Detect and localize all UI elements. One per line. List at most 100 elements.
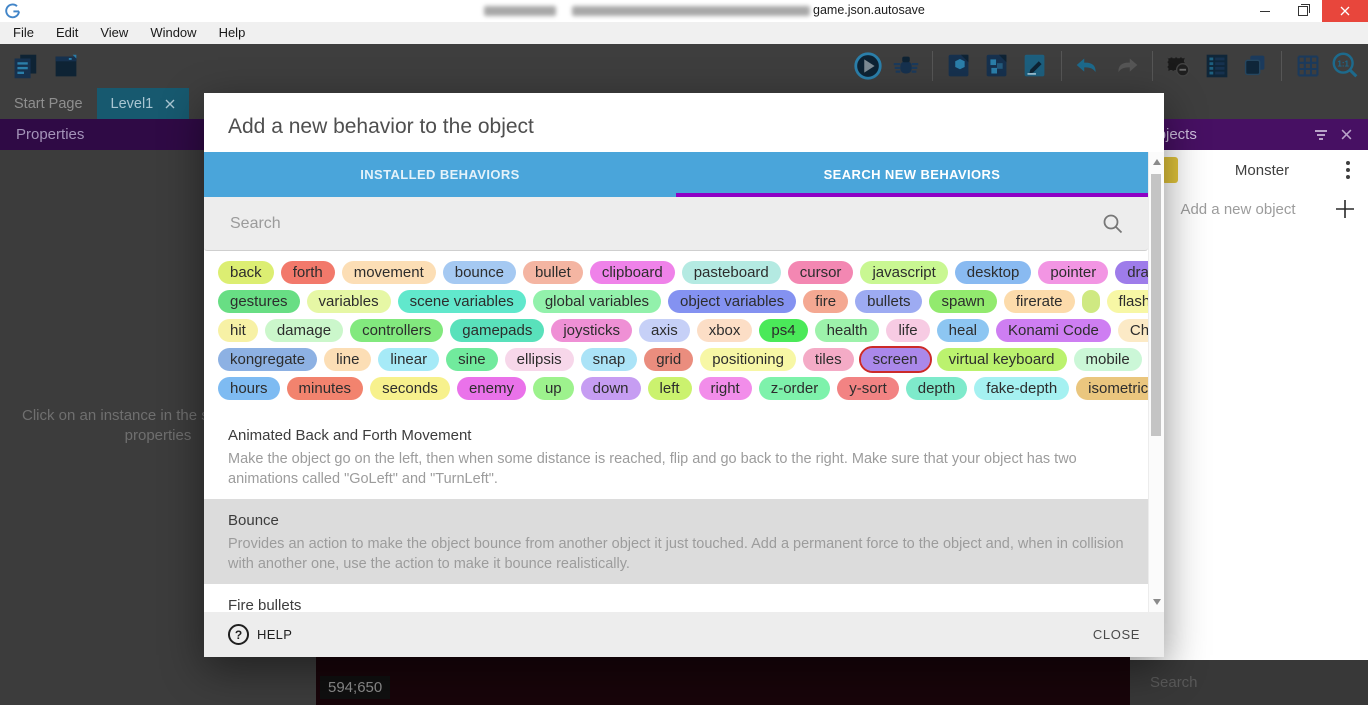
tag-chip-linear[interactable]: linear (378, 348, 439, 371)
tag-chip-up[interactable]: up (533, 377, 574, 400)
debug-icon[interactable] (890, 50, 922, 82)
tag-chip-hit[interactable]: hit (218, 319, 258, 342)
tag-chip-cursor[interactable]: cursor (788, 261, 854, 284)
scroll-up-icon[interactable] (1153, 159, 1161, 165)
tag-chip-konami-code[interactable]: Konami Code (996, 319, 1111, 342)
objects-search-input[interactable] (1148, 673, 1351, 692)
tag-chip-grid[interactable]: grid (644, 348, 693, 371)
tag-chip-variables[interactable]: variables (307, 290, 391, 313)
tag-chip-pasteboard[interactable]: pasteboard (682, 261, 781, 284)
tab-search-new-behaviors[interactable]: SEARCH NEW BEHAVIORS (676, 152, 1148, 197)
behavior-item-fire-bullets[interactable]: Fire bulletsAllow the object to fire bul… (204, 584, 1148, 612)
tag-chip-hours[interactable]: hours (218, 377, 280, 400)
tag-chip-controllers[interactable]: controllers (350, 319, 443, 342)
tag-chip-down[interactable]: down (581, 377, 641, 400)
instances-list-icon[interactable] (1201, 50, 1233, 82)
behavior-item-bounce[interactable]: BounceProvides an action to make the obj… (204, 499, 1148, 584)
tag-chip-forth[interactable]: forth (281, 261, 335, 284)
behavior-item-animated-back-and-forth-movement[interactable]: Animated Back and Forth MovementMake the… (204, 414, 1148, 499)
instances-editor-icon[interactable] (981, 50, 1013, 82)
tag-chip-blank[interactable] (1082, 290, 1100, 313)
scroll-down-icon[interactable] (1153, 599, 1161, 605)
grid-icon[interactable] (1292, 50, 1324, 82)
tab-installed-behaviors[interactable]: INSTALLED BEHAVIORS (204, 152, 676, 197)
tag-chip-spawn[interactable]: spawn (929, 290, 996, 313)
events-editor-icon[interactable] (1019, 50, 1051, 82)
help-button[interactable]: ? HELP (228, 624, 292, 645)
tag-chip-clipboard[interactable]: clipboard (590, 261, 675, 284)
tag-chip-sine[interactable]: sine (446, 348, 498, 371)
object-menu-icon[interactable] (1346, 161, 1350, 179)
tag-chip-fire[interactable]: fire (803, 290, 848, 313)
start-page-icon[interactable] (50, 50, 82, 82)
close-tab-icon[interactable] (165, 99, 175, 109)
project-manager-icon[interactable] (8, 50, 40, 82)
tag-chip-line[interactable]: line (324, 348, 371, 371)
restore-icon[interactable] (1284, 0, 1322, 22)
tag-chip-isometric-depth[interactable]: isometric-depth (1076, 377, 1148, 400)
tag-chip-gamepads[interactable]: gamepads (450, 319, 544, 342)
behavior-search-input[interactable] (228, 214, 1102, 234)
tag-chip-health[interactable]: health (815, 319, 880, 342)
tag-chip-scene-variables[interactable]: scene variables (398, 290, 526, 313)
tag-chip-bullets[interactable]: bullets (855, 290, 922, 313)
redo-icon[interactable] (1110, 50, 1142, 82)
tag-chip-snap[interactable]: snap (581, 348, 638, 371)
tag-chip-tiles[interactable]: tiles (803, 348, 854, 371)
mask-icon[interactable] (1163, 50, 1195, 82)
tag-chip-back[interactable]: back (218, 261, 274, 284)
tag-chip-enemy[interactable]: enemy (457, 377, 526, 400)
plus-icon[interactable] (1334, 198, 1356, 220)
tag-chip-firerate[interactable]: firerate (1004, 290, 1075, 313)
tag-chip-screen[interactable]: screen (861, 348, 930, 371)
scrollbar-thumb[interactable] (1151, 174, 1161, 436)
tag-chip-virtual-keyboard[interactable]: virtual keyboard (937, 348, 1067, 371)
tag-chip-seconds[interactable]: seconds (370, 377, 450, 400)
tag-chip-drag[interactable]: drag (1115, 261, 1148, 284)
tag-chip-cheats[interactable]: Cheats (1118, 319, 1148, 342)
tag-chip-global-variables[interactable]: global variables (533, 290, 661, 313)
tag-chip-javascript[interactable]: javascript (860, 261, 947, 284)
objects-editor-icon[interactable] (943, 50, 975, 82)
tag-chip-flash[interactable]: flash (1107, 290, 1148, 313)
editor-tab-start-page[interactable]: Start Page (0, 88, 97, 119)
tag-chip-kongregate[interactable]: kongregate (218, 348, 317, 371)
tag-chip-ellipsis[interactable]: ellipsis (505, 348, 574, 371)
menu-item-window[interactable]: Window (139, 22, 207, 44)
play-icon[interactable] (852, 50, 884, 82)
tag-chip-pointer[interactable]: pointer (1038, 261, 1108, 284)
tag-chip-axis[interactable]: axis (639, 319, 690, 342)
tag-chip-xbox[interactable]: xbox (697, 319, 753, 342)
tag-chip-bounce[interactable]: bounce (443, 261, 516, 284)
zoom-1-1-icon[interactable]: 1:1 (1330, 50, 1362, 82)
close-window-icon[interactable] (1322, 0, 1368, 22)
tag-chip-desktop[interactable]: desktop (955, 261, 1032, 284)
tag-chip-joysticks[interactable]: joysticks (551, 319, 632, 342)
tag-chip-y-sort[interactable]: y-sort (837, 377, 899, 400)
menu-item-file[interactable]: File (2, 22, 45, 44)
editor-tab-level1[interactable]: Level1 (97, 88, 190, 119)
tag-chip-heal[interactable]: heal (937, 319, 989, 342)
tag-chip-bullet[interactable]: bullet (523, 261, 583, 284)
tag-chip-depth[interactable]: depth (906, 377, 968, 400)
tag-chip-gestures[interactable]: gestures (218, 290, 300, 313)
tag-chip-positioning[interactable]: positioning (700, 348, 796, 371)
menu-item-view[interactable]: View (89, 22, 139, 44)
tag-chip-life[interactable]: life (886, 319, 929, 342)
menu-item-edit[interactable]: Edit (45, 22, 89, 44)
dialog-scrollbar[interactable] (1148, 152, 1164, 612)
tag-chip-minutes[interactable]: minutes (287, 377, 364, 400)
object-list-item[interactable]: Monster (1130, 150, 1368, 190)
tag-chip-damage[interactable]: damage (265, 319, 343, 342)
tag-chip-ps4[interactable]: ps4 (759, 319, 807, 342)
add-object-row[interactable]: Add a new object (1130, 190, 1368, 228)
tag-chip-object-variables[interactable]: object variables (668, 290, 796, 313)
tag-chip-fake-depth[interactable]: fake-depth (974, 377, 1069, 400)
tag-chip-right[interactable]: right (699, 377, 752, 400)
tag-chip-mobile[interactable]: mobile (1074, 348, 1142, 371)
minimize-icon[interactable] (1246, 0, 1284, 22)
layers-icon[interactable] (1239, 50, 1271, 82)
close-dialog-button[interactable]: CLOSE (1093, 627, 1140, 642)
filter-icon[interactable] (1315, 128, 1327, 142)
undo-icon[interactable] (1072, 50, 1104, 82)
